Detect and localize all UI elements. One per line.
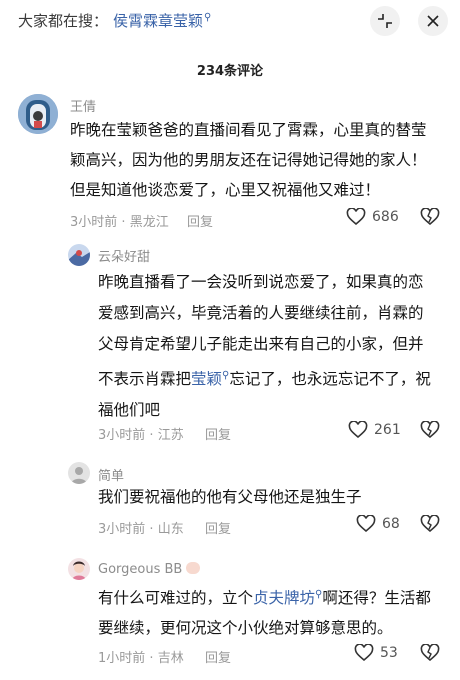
broken-heart-icon — [420, 420, 440, 439]
keyword-link[interactable]: 贞夫牌坊⚲ — [253, 589, 322, 607]
avatar[interactable] — [18, 94, 58, 134]
reply-button[interactable]: 回复 — [205, 647, 231, 666]
like-button[interactable]: 68 — [356, 515, 400, 533]
avatar[interactable] — [68, 558, 90, 580]
comment-line: 要继续，更何况这个小伙绝对算够意思的。 — [98, 619, 393, 638]
comment-line: 不表示肖霖把莹颖⚲忘记了，也永远忘记不了，祝 — [98, 360, 448, 395]
comment-location: 吉林 — [157, 651, 184, 666]
reply-button[interactable]: 回复 — [205, 518, 231, 537]
comment-line-part: 有什么可难过的，立个 — [98, 589, 254, 608]
comment-author[interactable]: Gorgeous BB — [98, 562, 201, 577]
reply-button[interactable]: 回复 — [205, 424, 231, 443]
badge-icon — [186, 562, 201, 574]
avatar-image — [68, 558, 90, 580]
collapse-icon — [378, 14, 392, 28]
comment-author[interactable]: 王倩 — [70, 96, 96, 115]
top-bar: 大家都在搜： 侯霄霖章莹颖⚲ — [0, 0, 460, 44]
comment-line-part: 啊还得？生活都 — [322, 589, 431, 608]
comment-meta: 1小时前 · 吉林 — [98, 651, 184, 666]
avatar[interactable] — [68, 462, 90, 484]
close-icon — [427, 15, 439, 27]
keyword-text[interactable]: 贞夫牌坊 — [253, 589, 315, 607]
avatar-image — [68, 244, 90, 266]
comment-meta: 3小时前 · 黑龙江 — [70, 215, 169, 230]
broken-heart-icon — [420, 643, 440, 662]
search-prefix: 大家都在搜： — [18, 12, 109, 30]
comment-line-part: 不表示肖霖把 — [98, 370, 192, 389]
avatar-image — [18, 94, 58, 134]
comment-line-part: 忘记了，也永远忘记不了，祝 — [229, 370, 431, 389]
comment-meta: 3小时前 · 江苏 — [98, 428, 184, 443]
broken-heart-icon — [420, 207, 440, 226]
dislike-button[interactable] — [420, 643, 440, 666]
heart-icon — [354, 644, 374, 662]
keyword-link[interactable]: 莹颖⚲ — [191, 370, 229, 388]
search-icon: ⚲ — [204, 12, 212, 23]
comment-time: 3小时前 — [98, 522, 146, 537]
heart-icon — [348, 421, 368, 439]
like-button[interactable]: 53 — [354, 644, 398, 662]
comment-meta: 3小时前 · 山东 — [98, 522, 184, 537]
comment-line: 颖高兴，因为他的男朋友还在记得她记得她的家人！ — [70, 151, 427, 169]
avatar[interactable] — [68, 244, 90, 266]
like-count: 686 — [372, 209, 399, 225]
like-count: 68 — [382, 516, 400, 532]
broken-heart-icon — [420, 514, 440, 533]
comment-time: 3小时前 — [70, 215, 118, 230]
comment-line: 有什么可难过的，立个贞夫牌坊⚲啊还得？生活都 — [98, 580, 448, 613]
comment-line: 昨晚在莹颖爸爸的直播间看见了霄霖，心里真的替莹 — [70, 121, 427, 139]
comment-count: 234条评论 — [196, 64, 264, 79]
comment-line: 但是知道他谈恋爱了，心里又祝福他又难过！ — [70, 181, 381, 199]
comment-location: 山东 — [157, 522, 184, 537]
author-name[interactable]: Gorgeous BB — [98, 562, 182, 577]
comment-author[interactable]: 云朵好甜 — [98, 246, 150, 265]
like-count: 261 — [374, 422, 401, 438]
comment-line: 爱感到高兴，毕竟活着的人要继续往前，肖霖的 — [98, 304, 424, 322]
dislike-button[interactable] — [420, 207, 440, 230]
comment-text: 昨晚在莹颖爸爸的直播间看见了霄霖，心里真的替莹 颖高兴，因为他的男朋友还在记得她… — [70, 115, 450, 205]
comment-text: 有什么可难过的，立个贞夫牌坊⚲啊还得？生活都 要继续，更何况这个小伙绝对算够意思… — [98, 580, 448, 643]
comment-line: 我们要祝福他的他有父母他还是独生子 — [98, 488, 362, 506]
avatar-image — [68, 462, 90, 484]
comment-line: 昨晚直播看了一会没听到说恋爱了，如果真的恋 — [98, 273, 424, 291]
trending-search-keyword[interactable]: 侯霄霖章莹颖 — [113, 12, 203, 30]
like-button[interactable]: 261 — [348, 421, 401, 439]
keyword-text[interactable]: 莹颖 — [191, 370, 222, 388]
comment-time: 1小时前 — [98, 651, 146, 666]
comment-location: 黑龙江 — [129, 215, 169, 230]
comment-time: 3小时前 — [98, 428, 146, 443]
dislike-button[interactable] — [420, 420, 440, 443]
dislike-button[interactable] — [420, 514, 440, 537]
comment-text: 昨晚直播看了一会没听到说恋爱了，如果真的恋 爱感到高兴，毕竟活着的人要继续往前，… — [98, 267, 448, 426]
close-button[interactable] — [418, 6, 448, 36]
comment-location: 江苏 — [157, 428, 184, 443]
comment-line: 父母肯定希望儿子能走出来有自己的小家，但并 — [98, 335, 424, 353]
like-button[interactable]: 686 — [346, 208, 399, 226]
trending-search-link[interactable]: 侯霄霖章莹颖⚲ — [113, 10, 211, 31]
collapse-button[interactable] — [370, 6, 400, 36]
like-count: 53 — [380, 645, 398, 661]
reply-button[interactable]: 回复 — [187, 211, 213, 230]
heart-icon — [346, 208, 366, 226]
comment-text: 我们要祝福他的他有父母他还是独生子 — [98, 482, 448, 512]
heart-icon — [356, 515, 376, 533]
